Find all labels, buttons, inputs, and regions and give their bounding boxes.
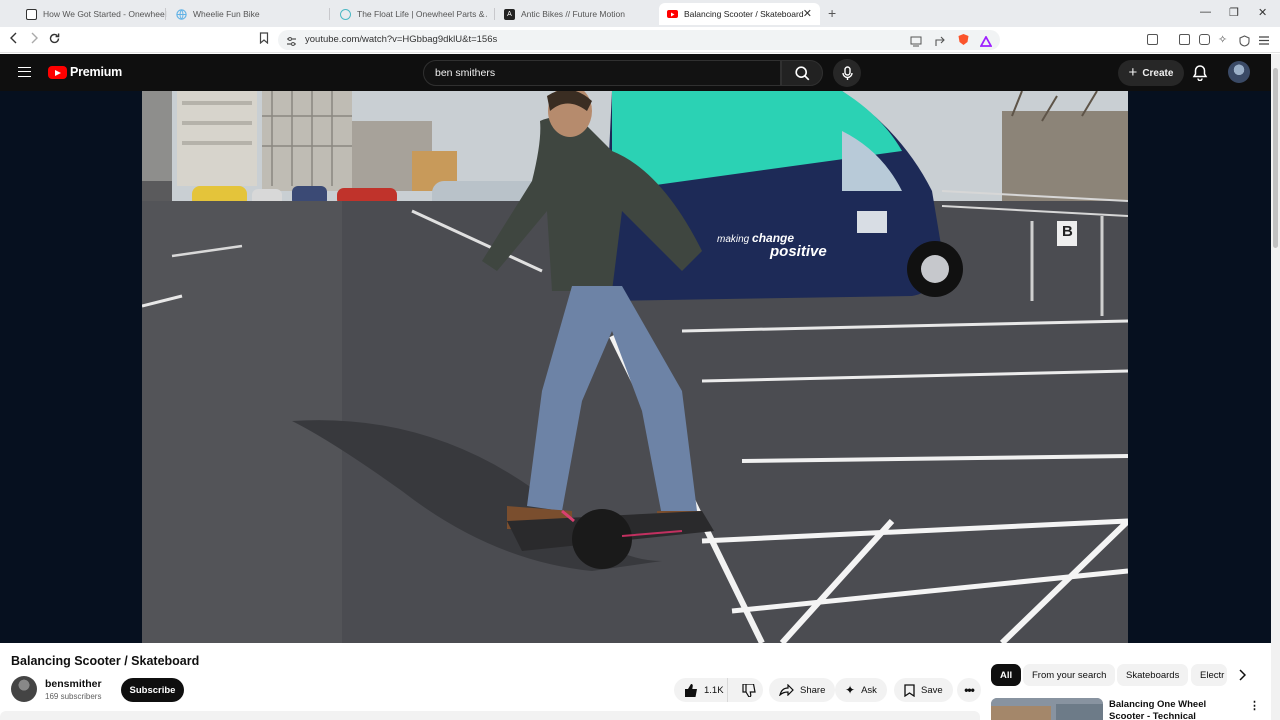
share-page-icon[interactable]: [934, 34, 946, 52]
create-label: Create: [1142, 67, 1174, 79]
tab-title: Balancing Scooter / Skateboard: [684, 9, 804, 19]
share-icon: [779, 684, 794, 696]
tab-wheelie[interactable]: Wheelie Fun Bike: [168, 3, 328, 25]
url-text: youtube.com/watch?v=HGbbag9dklU&t=156s: [305, 34, 498, 45]
globe-icon: [176, 8, 187, 20]
tab-divider: [329, 8, 330, 20]
tab-title: The Float Life | Onewheel Parts & Acc: [357, 9, 487, 19]
site-settings-icon[interactable]: [286, 34, 297, 52]
browser-tab-strip: How We Got Started - Onewheel // P Wheel…: [0, 0, 1280, 27]
reload-icon[interactable]: [48, 32, 61, 48]
tab-balancing-scooter[interactable]: Balancing Scooter / Skateboard ✕: [659, 3, 820, 25]
wallet-icon[interactable]: [1199, 34, 1210, 45]
brave-rewards-icon[interactable]: [979, 34, 993, 52]
vpn-icon[interactable]: [1239, 34, 1250, 52]
tab-title: Antic Bikes // Future Motion: [521, 9, 625, 19]
dislike-button[interactable]: [734, 683, 763, 697]
ask-button[interactable]: ✦ Ask: [835, 678, 887, 702]
page-scrollbar[interactable]: [1271, 54, 1280, 720]
video-player[interactable]: making change positive B: [142, 91, 1128, 643]
recommendation-title[interactable]: Balancing One Wheel Scooter - Technical …: [1109, 699, 1239, 720]
plus-icon: +: [1128, 64, 1138, 81]
save-label: Save: [921, 684, 943, 696]
subscriber-count: 169 subscribers: [45, 692, 102, 701]
guide-menu-icon[interactable]: [18, 67, 31, 77]
ask-label: Ask: [861, 684, 877, 696]
search-query: ben smithers: [435, 67, 496, 79]
thumbs-up-icon: [685, 683, 697, 697]
like-count: 1.1K: [704, 684, 724, 696]
save-playlist-icon: [904, 683, 915, 697]
voice-search-button[interactable]: [833, 59, 861, 87]
chip-from-your-search[interactable]: From your search: [1023, 664, 1116, 686]
menu-icon[interactable]: [1258, 33, 1270, 51]
tab-onewheel[interactable]: How We Got Started - Onewheel // P: [18, 3, 168, 25]
floatlife-icon: [340, 8, 351, 20]
chip-all[interactable]: All: [991, 664, 1022, 686]
subscribe-button[interactable]: Subscribe: [121, 678, 184, 702]
video-title: Balancing Scooter / Skateboard: [11, 654, 200, 668]
create-button[interactable]: + Create: [1118, 60, 1184, 86]
chevron-right-icon[interactable]: [1238, 669, 1247, 684]
channel-name[interactable]: bensmither: [45, 678, 102, 690]
tab-antic[interactable]: A Antic Bikes // Future Motion: [496, 3, 656, 25]
restore-icon[interactable]: ❐: [1229, 6, 1239, 19]
new-tab-button[interactable]: +: [828, 5, 836, 21]
channel-avatar[interactable]: [11, 676, 37, 702]
close-tab-icon[interactable]: ✕: [803, 7, 812, 20]
sparkle-icon: ✦: [845, 683, 856, 697]
thumbs-down-icon: [742, 683, 756, 697]
sidebar-icon[interactable]: [1179, 34, 1190, 45]
youtube-premium-label[interactable]: Premium: [70, 65, 122, 79]
youtube-logo-icon[interactable]: [48, 66, 67, 79]
address-bar[interactable]: youtube.com/watch?v=HGbbag9dklU&t=156s: [278, 30, 1000, 50]
tab-title: How We Got Started - Onewheel // P: [43, 9, 168, 19]
browser-toolbar: youtube.com/watch?v=HGbbag9dklU&t=156s ✧: [0, 27, 1280, 53]
tab-divider: [494, 8, 495, 20]
recommendation-thumbnail[interactable]: [991, 698, 1103, 720]
scrollbar-thumb[interactable]: [1273, 68, 1278, 248]
tab-divider: [165, 8, 166, 20]
tab-search-icon[interactable]: [1147, 34, 1158, 45]
share-label: Share: [800, 684, 826, 696]
search-icon: [794, 65, 809, 80]
notifications-bell-icon[interactable]: [1192, 64, 1208, 86]
like-button[interactable]: 1.1K: [674, 678, 729, 702]
description-box[interactable]: [0, 711, 980, 720]
cast-icon[interactable]: [910, 34, 922, 52]
van-text-making: making: [717, 234, 750, 245]
more-horizontal-icon: •••: [964, 683, 975, 697]
tab-float-life[interactable]: The Float Life | Onewheel Parts & Acc: [332, 3, 487, 25]
antic-logo-icon: A: [504, 8, 515, 20]
video-frame: [142, 91, 1128, 643]
search-input[interactable]: ben smithers: [423, 60, 781, 86]
bookmark-icon[interactable]: [259, 32, 269, 47]
account-avatar[interactable]: [1228, 61, 1250, 83]
tab-title: Wheelie Fun Bike: [193, 9, 260, 19]
youtube-masthead: Premium ben smithers + Create: [0, 54, 1280, 91]
like-dislike-group: 1.1K: [674, 678, 763, 702]
share-button[interactable]: Share: [769, 678, 836, 702]
back-icon[interactable]: [9, 32, 19, 47]
youtube-icon: [667, 10, 678, 18]
brave-shield-icon[interactable]: [957, 33, 970, 51]
forward-icon[interactable]: [29, 32, 39, 47]
leo-ai-icon[interactable]: ✧: [1218, 33, 1227, 46]
close-window-icon[interactable]: ✕: [1258, 6, 1267, 19]
minimize-icon[interactable]: —: [1200, 6, 1211, 18]
more-vertical-icon[interactable]: ⋮: [1249, 699, 1260, 712]
search-button[interactable]: [781, 60, 823, 86]
save-button[interactable]: Save: [894, 678, 953, 702]
van-text-positive: positive: [770, 243, 827, 260]
parking-bay-marker: B: [1062, 223, 1073, 240]
onewheel-logo-icon: [26, 8, 37, 20]
more-actions-button[interactable]: •••: [957, 678, 981, 702]
chip-electric[interactable]: Electr: [1191, 664, 1227, 686]
microphone-icon: [841, 65, 853, 80]
chip-skateboards[interactable]: Skateboards: [1117, 664, 1189, 686]
